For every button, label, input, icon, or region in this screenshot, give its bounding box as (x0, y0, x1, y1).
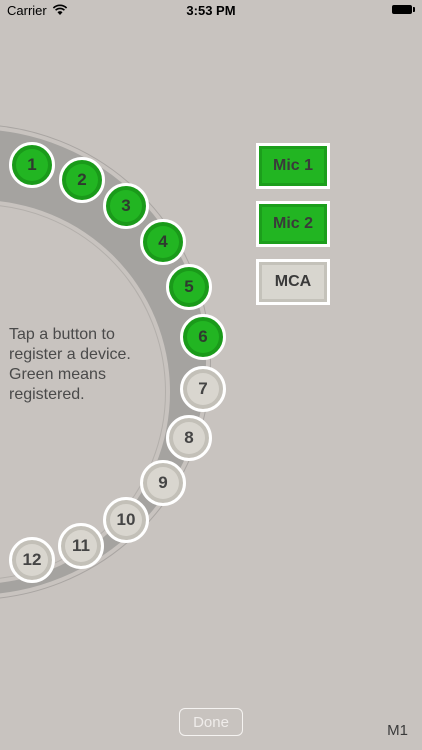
channel-label: 12 (22, 550, 42, 569)
channel-label: 2 (77, 170, 87, 189)
channel-label: 8 (184, 428, 194, 447)
channel-button-12[interactable]: 12 (9, 537, 55, 583)
status-time: 3:53 PM (186, 3, 236, 18)
instruction-text: Tap a button to register a device. Green… (9, 326, 131, 403)
channel-label: 1 (27, 155, 37, 174)
mode-label: M1 (387, 722, 408, 739)
channel-button-8[interactable]: 8 (166, 415, 212, 461)
channel-button-11[interactable]: 11 (58, 523, 104, 569)
channel-button-5[interactable]: 5 (166, 264, 212, 310)
device-label: Mic 2 (272, 215, 313, 232)
status-bar: Carrier 3:53 PM (0, 0, 422, 22)
device-label: MCA (274, 273, 312, 290)
channel-button-7[interactable]: 7 (180, 366, 226, 412)
device-button-mic-1[interactable]: Mic 1 (256, 143, 330, 189)
channel-label: 3 (121, 196, 131, 215)
device-label: Mic 1 (272, 157, 313, 174)
channel-button-4[interactable]: 4 (140, 219, 186, 265)
screen: Carrier 3:53 PM 1 2 3 4 5 6 7 8 9 10 11 … (0, 0, 422, 750)
device-button-mca[interactable]: MCA (256, 259, 330, 305)
channel-label: 10 (116, 510, 136, 529)
channel-label: 7 (198, 379, 208, 398)
channel-button-6[interactable]: 6 (180, 314, 226, 360)
channel-button-10[interactable]: 10 (103, 497, 149, 543)
channel-label: 11 (72, 536, 90, 555)
channel-button-2[interactable]: 2 (59, 157, 105, 203)
channel-label: 9 (158, 473, 168, 492)
device-button-mic-2[interactable]: Mic 2 (256, 201, 330, 247)
channel-button-9[interactable]: 9 (140, 460, 186, 506)
battery-icon (392, 5, 415, 14)
channel-button-1[interactable]: 1 (9, 142, 55, 188)
done-button[interactable]: Done (179, 708, 243, 736)
channel-label: 4 (158, 232, 168, 251)
channel-button-3[interactable]: 3 (103, 183, 149, 229)
channel-label: 6 (198, 327, 208, 346)
channel-label: 5 (184, 277, 194, 296)
